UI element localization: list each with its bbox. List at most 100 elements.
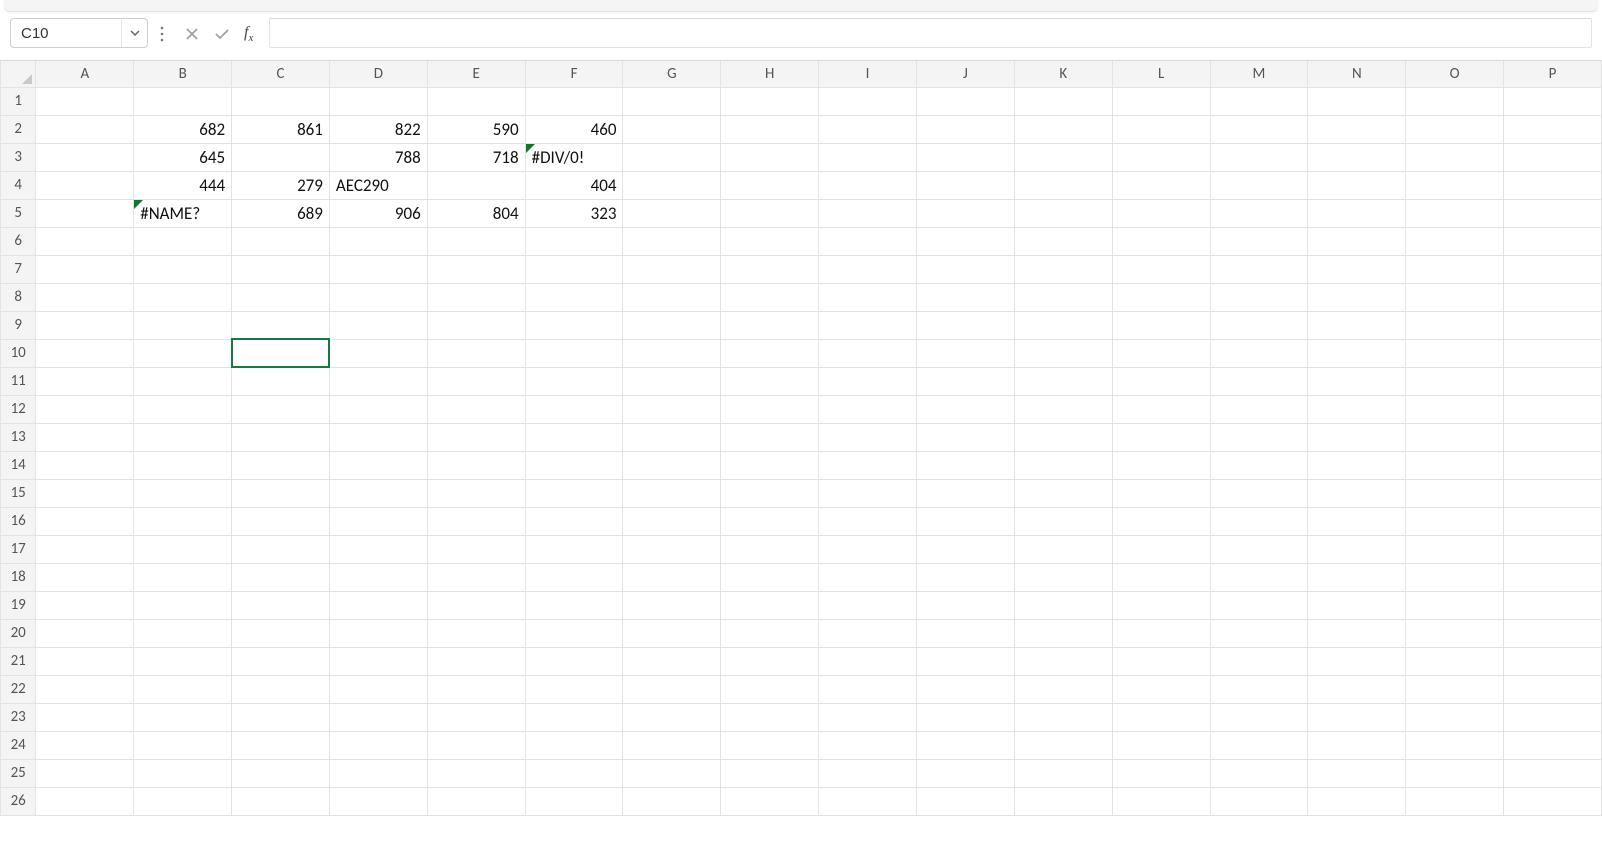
- cell-H26[interactable]: [721, 787, 819, 815]
- cell-O19[interactable]: [1406, 591, 1504, 619]
- cell-H20[interactable]: [721, 619, 819, 647]
- cell-C19[interactable]: [232, 591, 330, 619]
- cell-D7[interactable]: [329, 255, 427, 283]
- cell-C4[interactable]: 279: [232, 171, 330, 199]
- cell-A9[interactable]: [36, 311, 134, 339]
- cell-P1[interactable]: [1504, 87, 1602, 115]
- cell-J1[interactable]: [916, 87, 1014, 115]
- cell-L10[interactable]: [1112, 339, 1210, 367]
- vertical-dots-icon[interactable]: [156, 18, 168, 50]
- column-header-I[interactable]: I: [819, 61, 917, 87]
- cell-E26[interactable]: [427, 787, 525, 815]
- cell-D2[interactable]: 822: [329, 115, 427, 143]
- cell-H11[interactable]: [721, 367, 819, 395]
- cell-M16[interactable]: [1210, 507, 1308, 535]
- cell-G10[interactable]: [623, 339, 721, 367]
- cell-J22[interactable]: [916, 675, 1014, 703]
- cell-D8[interactable]: [329, 283, 427, 311]
- cell-N21[interactable]: [1308, 647, 1406, 675]
- cell-M8[interactable]: [1210, 283, 1308, 311]
- cell-D4[interactable]: AEC290: [329, 171, 427, 199]
- cell-A23[interactable]: [36, 703, 134, 731]
- column-header-G[interactable]: G: [623, 61, 721, 87]
- cell-G6[interactable]: [623, 227, 721, 255]
- cell-A13[interactable]: [36, 423, 134, 451]
- cell-A14[interactable]: [36, 451, 134, 479]
- cell-J10[interactable]: [916, 339, 1014, 367]
- cell-L6[interactable]: [1112, 227, 1210, 255]
- cell-O15[interactable]: [1406, 479, 1504, 507]
- cell-G20[interactable]: [623, 619, 721, 647]
- cell-H13[interactable]: [721, 423, 819, 451]
- cell-G3[interactable]: [623, 143, 721, 171]
- cell-M14[interactable]: [1210, 451, 1308, 479]
- cell-O23[interactable]: [1406, 703, 1504, 731]
- cell-C11[interactable]: [232, 367, 330, 395]
- cell-H15[interactable]: [721, 479, 819, 507]
- row-header-16[interactable]: 16: [1, 507, 36, 535]
- cell-P2[interactable]: [1504, 115, 1602, 143]
- column-header-B[interactable]: B: [134, 61, 232, 87]
- cell-H23[interactable]: [721, 703, 819, 731]
- cell-P15[interactable]: [1504, 479, 1602, 507]
- row-header-12[interactable]: 12: [1, 395, 36, 423]
- cell-I6[interactable]: [819, 227, 917, 255]
- cell-B20[interactable]: [134, 619, 232, 647]
- cell-P14[interactable]: [1504, 451, 1602, 479]
- cell-J25[interactable]: [916, 759, 1014, 787]
- cell-F10[interactable]: [525, 339, 623, 367]
- cell-B2[interactable]: 682: [134, 115, 232, 143]
- cell-L13[interactable]: [1112, 423, 1210, 451]
- cell-N18[interactable]: [1308, 563, 1406, 591]
- cell-O14[interactable]: [1406, 451, 1504, 479]
- cell-A2[interactable]: [36, 115, 134, 143]
- cell-N14[interactable]: [1308, 451, 1406, 479]
- cell-O3[interactable]: [1406, 143, 1504, 171]
- cell-B5[interactable]: #NAME?: [134, 199, 232, 227]
- cell-H17[interactable]: [721, 535, 819, 563]
- cell-P9[interactable]: [1504, 311, 1602, 339]
- cell-E15[interactable]: [427, 479, 525, 507]
- cell-A5[interactable]: [36, 199, 134, 227]
- cell-H6[interactable]: [721, 227, 819, 255]
- cell-N6[interactable]: [1308, 227, 1406, 255]
- cell-E3[interactable]: 718: [427, 143, 525, 171]
- cell-K1[interactable]: [1014, 87, 1112, 115]
- cell-N11[interactable]: [1308, 367, 1406, 395]
- row-header-6[interactable]: 6: [1, 227, 36, 255]
- cell-G2[interactable]: [623, 115, 721, 143]
- cell-P17[interactable]: [1504, 535, 1602, 563]
- cell-C23[interactable]: [232, 703, 330, 731]
- cell-O25[interactable]: [1406, 759, 1504, 787]
- cell-C2[interactable]: 861: [232, 115, 330, 143]
- cell-C9[interactable]: [232, 311, 330, 339]
- cell-B19[interactable]: [134, 591, 232, 619]
- cell-M20[interactable]: [1210, 619, 1308, 647]
- cell-L18[interactable]: [1112, 563, 1210, 591]
- cell-O8[interactable]: [1406, 283, 1504, 311]
- cell-N25[interactable]: [1308, 759, 1406, 787]
- cell-F5[interactable]: 323: [525, 199, 623, 227]
- cell-O22[interactable]: [1406, 675, 1504, 703]
- cell-I5[interactable]: [819, 199, 917, 227]
- row-header-4[interactable]: 4: [1, 171, 36, 199]
- row-header-5[interactable]: 5: [1, 199, 36, 227]
- cell-K22[interactable]: [1014, 675, 1112, 703]
- cell-P21[interactable]: [1504, 647, 1602, 675]
- cell-C21[interactable]: [232, 647, 330, 675]
- cell-I26[interactable]: [819, 787, 917, 815]
- cell-E25[interactable]: [427, 759, 525, 787]
- cell-J2[interactable]: [916, 115, 1014, 143]
- cell-L20[interactable]: [1112, 619, 1210, 647]
- cell-K14[interactable]: [1014, 451, 1112, 479]
- cell-D1[interactable]: [329, 87, 427, 115]
- column-header-O[interactable]: O: [1406, 61, 1504, 87]
- cell-F17[interactable]: [525, 535, 623, 563]
- cell-F26[interactable]: [525, 787, 623, 815]
- row-header-9[interactable]: 9: [1, 311, 36, 339]
- fx-icon[interactable]: fx: [240, 24, 257, 44]
- cell-O2[interactable]: [1406, 115, 1504, 143]
- cell-F22[interactable]: [525, 675, 623, 703]
- cell-A20[interactable]: [36, 619, 134, 647]
- cell-E9[interactable]: [427, 311, 525, 339]
